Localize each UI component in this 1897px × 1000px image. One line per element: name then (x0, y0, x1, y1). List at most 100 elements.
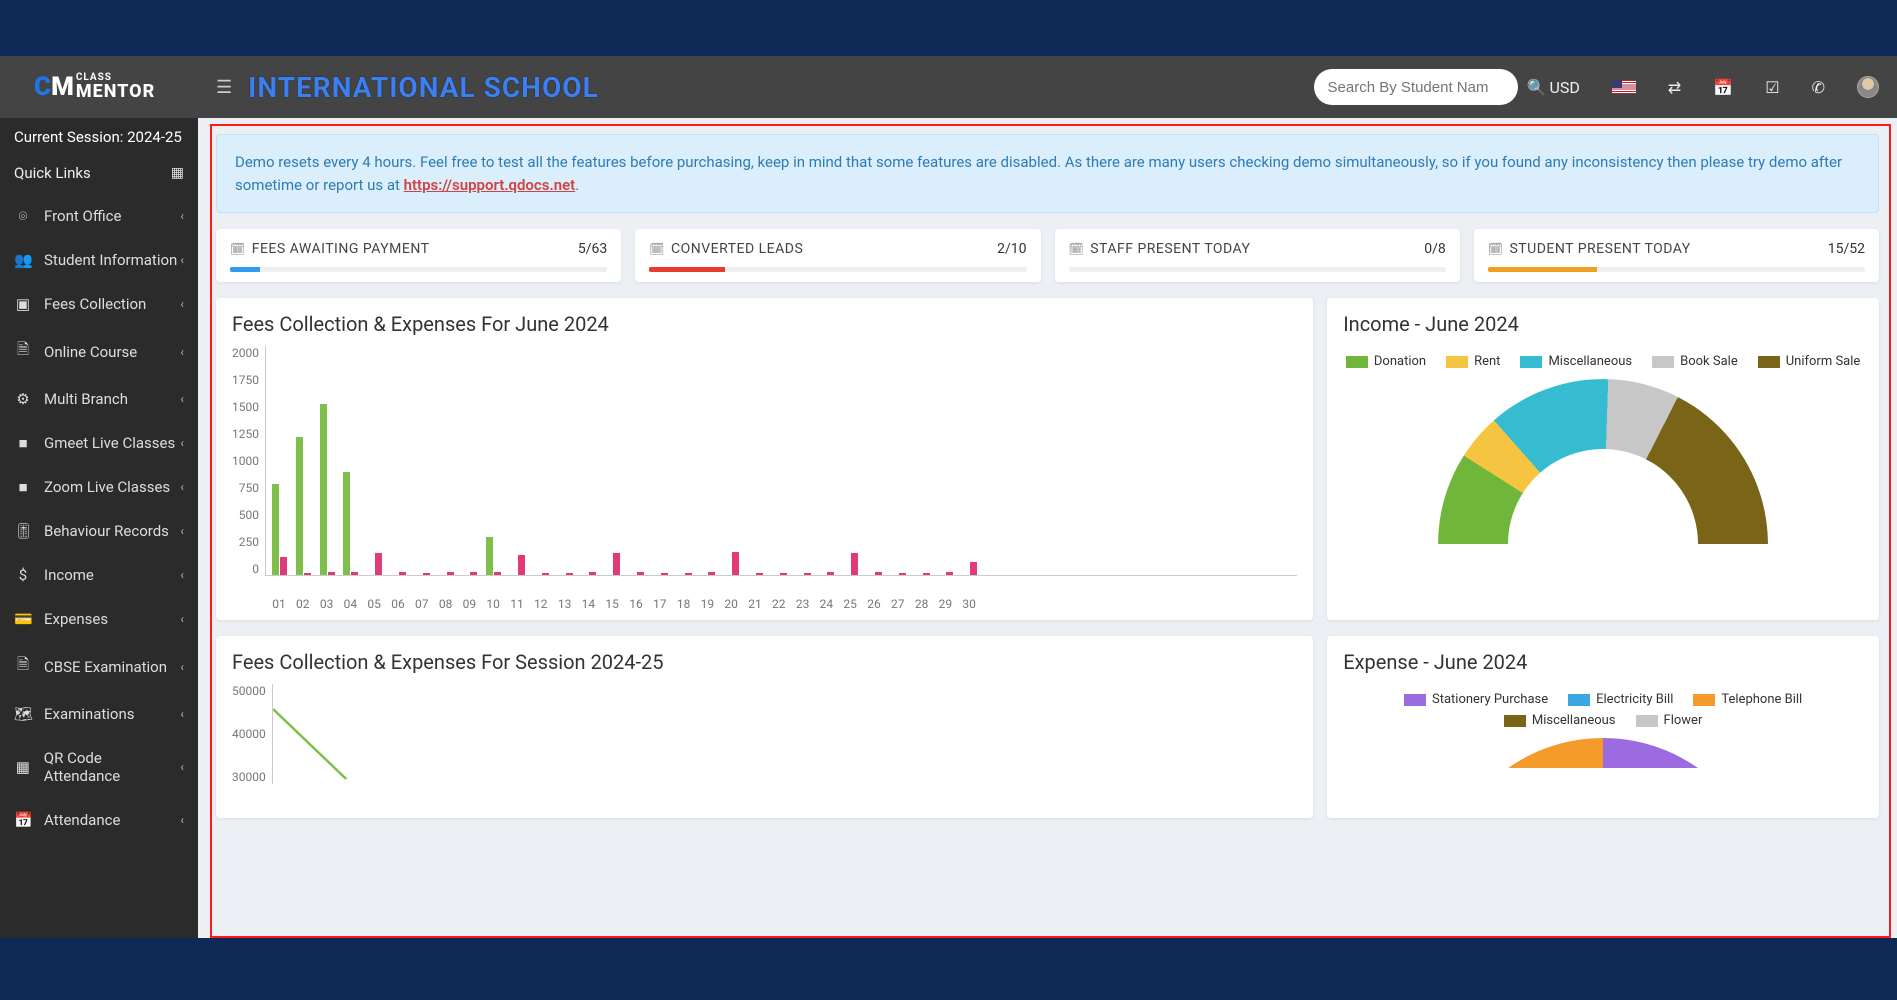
stat-icon: 🗓 (1488, 242, 1504, 256)
stat-value: 5/63 (578, 241, 607, 257)
sidebar-item-qr-code-attendance[interactable]: ▦QR Code Attendance‹ (0, 736, 198, 798)
legend-item[interactable]: Flower (1636, 713, 1703, 728)
stat-card[interactable]: 🗓 CONVERTED LEADS 2/10 (635, 229, 1040, 282)
menu-toggle-icon[interactable]: ☰ (216, 77, 232, 98)
chevron-left-icon: ‹ (180, 568, 184, 582)
sidebar-item-student-information[interactable]: 👥Student Information‹ (0, 238, 198, 282)
sidebar-item-gmeet-live-classes[interactable]: ■Gmeet Live Classes‹ (0, 421, 198, 465)
language-flag[interactable] (1612, 80, 1636, 94)
check-icon[interactable]: ☑ (1765, 78, 1779, 97)
legend-item[interactable]: Book Sale (1652, 354, 1738, 369)
sidebar-item-behaviour-records[interactable]: 🎚Behaviour Records‹ (0, 509, 198, 553)
nav-icon: ▦ (14, 758, 32, 776)
calendar-icon[interactable]: 📅 (1713, 78, 1733, 97)
chevron-left-icon: ‹ (180, 660, 184, 674)
stat-value: 0/8 (1424, 241, 1446, 257)
sidebar-item-expenses[interactable]: 💳Expenses‹ (0, 597, 198, 641)
nav-icon: ⚙ (14, 390, 32, 408)
nav-label: Gmeet Live Classes (44, 434, 175, 452)
brand-logo[interactable]: CM CLASS MENTOR (0, 72, 198, 102)
sidebar: Current Session: 2024-25 Quick Links ▦ ⌾… (0, 118, 198, 938)
stat-title: FEES AWAITING PAYMENT (252, 241, 430, 257)
income-panel: Income - June 2024 DonationRentMiscellan… (1327, 298, 1879, 620)
sidebar-item-front-office[interactable]: ⌾Front Office‹ (0, 194, 198, 238)
nav-label: Attendance (44, 811, 120, 829)
profile-avatar[interactable] (1857, 76, 1879, 98)
sidebar-item-fees-collection[interactable]: ▣ Fees Collection ‹ (0, 282, 198, 326)
sidebar-item-online-course[interactable]: 🗎Online Course‹ (0, 326, 198, 377)
stat-cards-row: 🗓 FEES AWAITING PAYMENT 5/63 🗓 CONVERTED LEA… (216, 229, 1879, 282)
demo-notice: Demo resets every 4 hours. Feel free to … (216, 134, 1879, 213)
fees-session-panel: Fees Collection & Expenses For Session 2… (216, 636, 1313, 818)
stat-card[interactable]: 🗓STAFF PRESENT TODAY0/8 (1055, 229, 1460, 282)
nav-label: CBSE Examination (44, 658, 167, 676)
session-label[interactable]: Current Session: 2024-25 (0, 118, 198, 156)
nav-icon: 👥 (14, 251, 32, 269)
search-input[interactable] (1328, 79, 1527, 96)
sidebar-item-examinations[interactable]: 🗺 Examinations ‹ (0, 692, 198, 736)
sidebar-item-cbse-examination[interactable]: 🗎 CBSE Examination ‹ (0, 641, 198, 692)
chevron-left-icon: ‹ (180, 707, 184, 721)
nav-label: Examinations (44, 705, 135, 723)
legend-item[interactable]: Stationery Purchase (1404, 692, 1548, 707)
stat-value: 15/52 (1828, 241, 1865, 257)
stat-card[interactable]: 🗓FEES AWAITING PAYMENT5/63 (216, 229, 621, 282)
stat-card[interactable]: 🗓 STUDENT PRESENT TODAY 15/52 (1474, 229, 1879, 282)
notice-link[interactable]: https://support.qdocs.net (404, 176, 576, 194)
stat-value: 2/10 (997, 241, 1026, 257)
sidebar-item-multi-branch[interactable]: ⚙Multi Branch‹ (0, 377, 198, 421)
currency-selector[interactable]: USD (1550, 78, 1580, 97)
nav-icon: 💳 (14, 610, 32, 628)
sidebar-item-income[interactable]: $Income‹ (0, 553, 198, 597)
panel-title: Expense - June 2024 (1343, 650, 1863, 674)
stat-title: STUDENT PRESENT TODAY (1509, 241, 1690, 257)
student-search[interactable]: 🔍 (1314, 69, 1518, 105)
whatsapp-icon[interactable]: ✆ (1812, 78, 1825, 97)
nav-icon: 📅 (14, 811, 32, 829)
legend-item[interactable]: Telephone Bill (1693, 692, 1802, 707)
legend-item[interactable]: Uniform Sale (1758, 354, 1861, 369)
fees-month-chart: 200017501500125010007505002500 010203040… (232, 346, 1297, 606)
swap-icon[interactable]: ⇄ (1668, 78, 1681, 97)
chevron-left-icon: ‹ (180, 760, 184, 774)
chevron-left-icon: ‹ (180, 345, 184, 359)
nav-icon: 🗎 (14, 654, 32, 679)
topbar: CM CLASS MENTOR ☰ INTERNATIONAL SCHOOL 🔍… (0, 56, 1897, 118)
nav-label: Behaviour Records (44, 522, 169, 540)
grid-icon[interactable]: ▦ (171, 165, 184, 181)
sidebar-item-attendance[interactable]: 📅 Attendance ‹ (0, 798, 198, 842)
search-icon[interactable]: 🔍 (1527, 78, 1547, 97)
stat-icon: 🗓 (649, 242, 665, 256)
fees-month-panel: Fees Collection & Expenses For June 2024… (216, 298, 1313, 620)
quick-links[interactable]: Quick Links ▦ (0, 156, 198, 194)
expense-panel: Expense - June 2024 Stationery Purchase E… (1327, 636, 1879, 818)
nav-icon: $ (14, 566, 32, 584)
nav-icon: ▣ (14, 295, 32, 313)
stat-title: STAFF PRESENT TODAY (1090, 241, 1250, 257)
legend-item[interactable]: Miscellaneous (1504, 713, 1616, 728)
nav-icon: 🗎 (14, 339, 32, 364)
income-legend: Donation Rent Miscellaneous Book Sale Unifor… (1343, 354, 1863, 369)
legend-item[interactable]: Electricity Bill (1568, 692, 1673, 707)
legend-item[interactable]: Donation (1346, 354, 1426, 369)
school-name: INTERNATIONAL SCHOOL (248, 71, 599, 104)
dashboard-content: Demo resets every 4 hours. Feel free to … (198, 118, 1897, 938)
expense-donut-partial (1438, 738, 1768, 768)
nav-icon: ■ (14, 478, 32, 496)
chevron-left-icon: ‹ (180, 209, 184, 223)
chevron-left-icon: ‹ (180, 480, 184, 494)
chevron-left-icon: ‹ (180, 813, 184, 827)
legend-item[interactable]: Miscellaneous (1520, 354, 1632, 369)
nav-icon: 🗺 (14, 705, 32, 723)
nav-label: Expenses (44, 610, 108, 628)
legend-item[interactable]: Rent (1446, 354, 1500, 369)
nav-label: Student Information (44, 251, 177, 269)
chevron-left-icon: ‹ (180, 524, 184, 538)
stat-title: CONVERTED LEADS (671, 241, 803, 257)
chevron-left-icon: ‹ (180, 436, 184, 450)
chevron-left-icon: ‹ (180, 297, 184, 311)
chevron-left-icon: ‹ (180, 392, 184, 406)
nav-label: Zoom Live Classes (44, 478, 170, 496)
nav-label: Fees Collection (44, 295, 146, 313)
sidebar-item-zoom-live-classes[interactable]: ■ Zoom Live Classes ‹ (0, 465, 198, 509)
